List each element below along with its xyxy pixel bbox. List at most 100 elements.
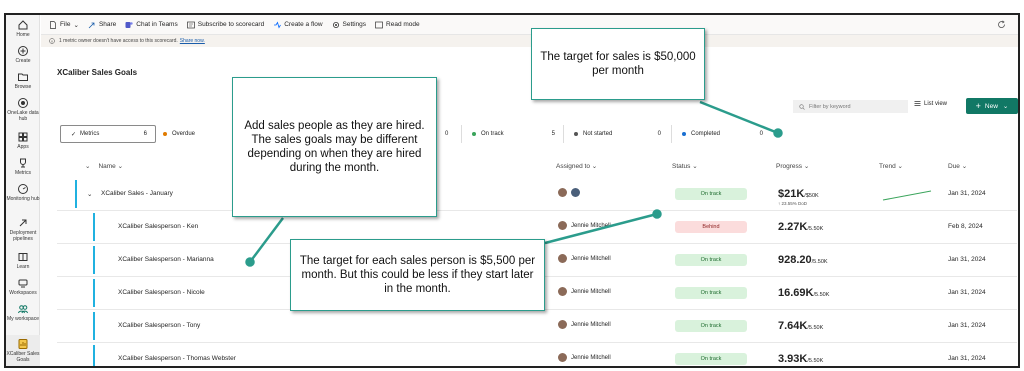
avatar [571, 188, 580, 197]
rail-onelake[interactable]: OneLake data hub [6, 97, 40, 122]
chat-in-teams-button[interactable]: Chat in Teams [125, 21, 178, 29]
rail-label: OneLake data hub [7, 110, 39, 122]
assignee-name: Jennie Mitchell [571, 288, 611, 295]
avatar [558, 353, 567, 362]
rail-deployment[interactable]: Deployment pipelines [6, 217, 40, 242]
row-indicator [93, 213, 95, 241]
progress-value: $21K [778, 188, 805, 200]
expand-chevron-icon[interactable]: ⌄ [87, 190, 92, 198]
settings-button[interactable]: Settings [332, 21, 367, 29]
toolbar: File ⌄ Share Chat in Teams Subscribe to s… [41, 15, 1018, 35]
row-indicator [75, 180, 77, 208]
file-menu[interactable]: File ⌄ [49, 20, 79, 29]
rail-label: Deployment pipelines [9, 230, 37, 242]
chip-overdue[interactable]: Overdue [163, 125, 235, 143]
chat-label: Chat in Teams [136, 21, 178, 28]
chip-on-track[interactable]: On track 5 [461, 125, 563, 143]
chip-hidden-count: 0 [445, 125, 461, 143]
header-label: Name [98, 163, 116, 170]
row-indicator [93, 312, 95, 340]
row-name[interactable]: XCaliber Salesperson - Tony [118, 322, 200, 329]
rail-monitoring[interactable]: Monitoring hub [6, 183, 40, 202]
share-button[interactable]: Share [88, 21, 116, 29]
filter-input[interactable]: Filter by keyword [793, 100, 908, 113]
subscribe-button[interactable]: Subscribe to scorecard [186, 21, 264, 29]
people-icon [17, 303, 29, 315]
callout-person-target: The target for each sales person is $5,5… [290, 239, 545, 311]
read-mode-icon [375, 21, 383, 28]
apps-icon [17, 131, 29, 143]
rail-workspaces[interactable]: Workspaces [6, 277, 40, 296]
share-now-link[interactable]: Share now. [180, 38, 205, 44]
header-status[interactable]: Status ⌄ [672, 162, 698, 170]
row-progress: 7.64K/5.50K [778, 320, 823, 332]
new-button[interactable]: + New ⌄ [966, 98, 1018, 114]
folder-icon [17, 71, 29, 83]
header-assigned[interactable]: Assigned to ⌄ [556, 162, 597, 170]
chip-metrics[interactable]: ✓ Metrics 6 [60, 125, 156, 143]
settings-label: Settings [342, 21, 367, 28]
rail-create[interactable]: Create [6, 45, 40, 64]
row-assignee: Jennie Mitchell [558, 287, 611, 296]
callout-text: Add sales people as they are hired. The … [244, 120, 425, 174]
rail-label: Browse [14, 84, 32, 90]
rail-my-workspace[interactable]: My workspace [6, 303, 40, 322]
plus-circle-icon [17, 45, 29, 57]
file-icon [50, 20, 56, 29]
avatar [558, 254, 567, 263]
progress-value: 928.20 [778, 254, 812, 266]
chip-not-started[interactable]: Not started 0 [563, 125, 669, 143]
progress-target: /5.50K [807, 325, 824, 331]
rail-apps[interactable]: Apps [6, 131, 40, 150]
status-badge[interactable]: On track [675, 254, 747, 266]
rail-browse[interactable]: Browse [6, 71, 40, 90]
header-label: Status [672, 163, 691, 170]
chip-completed[interactable]: Completed 0 [671, 125, 771, 143]
header-due[interactable]: Due ⌄ [948, 162, 967, 170]
row-name[interactable]: XCaliber Salesperson - Ken [118, 223, 198, 230]
callout-hired: Add sales people as they are hired. The … [232, 77, 437, 217]
table-row[interactable]: XCaliber Salesperson - Tony Jennie Mitch… [57, 310, 1017, 343]
chip-label: On track [481, 131, 504, 137]
refresh-icon[interactable] [997, 20, 1006, 29]
header-label: Assigned to [556, 163, 590, 170]
status-badge[interactable]: On track [675, 353, 747, 365]
rail-scorecard[interactable]: XCaliber Sales Goals [6, 335, 40, 366]
create-flow-button[interactable]: Create a flow [273, 21, 323, 29]
row-name[interactable]: XCaliber Salesperson - Nicole [118, 289, 205, 296]
callout-text: The target for each sales person is $5,5… [299, 255, 536, 295]
row-name[interactable]: XCaliber Salesperson - Marianna [118, 256, 214, 263]
header-trend[interactable]: Trend ⌄ [879, 162, 903, 170]
chevron-down-icon: ⌄ [85, 163, 91, 170]
status-badge[interactable]: On track [675, 188, 747, 200]
assignee-name: Jennie Mitchell [571, 255, 611, 262]
row-name[interactable]: XCaliber Sales - January [101, 190, 173, 197]
table-row[interactable]: XCaliber Salesperson - Thomas Webster Je… [57, 343, 1017, 366]
status-dot-icon [574, 132, 578, 136]
status-badge[interactable]: On track [675, 320, 747, 332]
row-due: Jan 31, 2024 [948, 289, 986, 296]
gear-icon [332, 21, 339, 28]
home-icon [17, 19, 29, 31]
assignee-name: Jennie Mitchell [571, 321, 611, 328]
header-name[interactable]: ⌄ Name ⌄ [85, 162, 123, 170]
scorecard-content: XCaliber Sales Goals Filter by keyword L… [41, 47, 1018, 366]
rail-learn[interactable]: Learn [6, 251, 40, 270]
rail-label: Home [16, 32, 30, 38]
rail-label: Create [15, 58, 31, 64]
callout-text: The target for sales is $50,000 per mont… [540, 51, 696, 77]
table-row[interactable]: ⌄ XCaliber Sales - January On track $21K… [57, 178, 1017, 211]
status-badge[interactable]: On track [675, 287, 747, 299]
chip-label: Overdue [172, 131, 196, 137]
subscribe-icon [186, 21, 195, 28]
header-progress[interactable]: Progress ⌄ [776, 162, 809, 170]
list-view-toggle[interactable]: List view [914, 100, 947, 107]
row-name[interactable]: XCaliber Salesperson - Thomas Webster [118, 355, 236, 362]
status-badge[interactable]: Behind [675, 221, 747, 233]
rail-home[interactable]: Home [6, 19, 40, 38]
rail-metrics[interactable]: Metrics [6, 157, 40, 176]
row-progress: 3.93K/5.50K [778, 353, 823, 365]
progress-change: ↑ 23.55% DoD [778, 201, 808, 206]
read-mode-button[interactable]: Read mode [375, 21, 420, 29]
assignee-name: Jennie Mitchell [571, 222, 611, 229]
